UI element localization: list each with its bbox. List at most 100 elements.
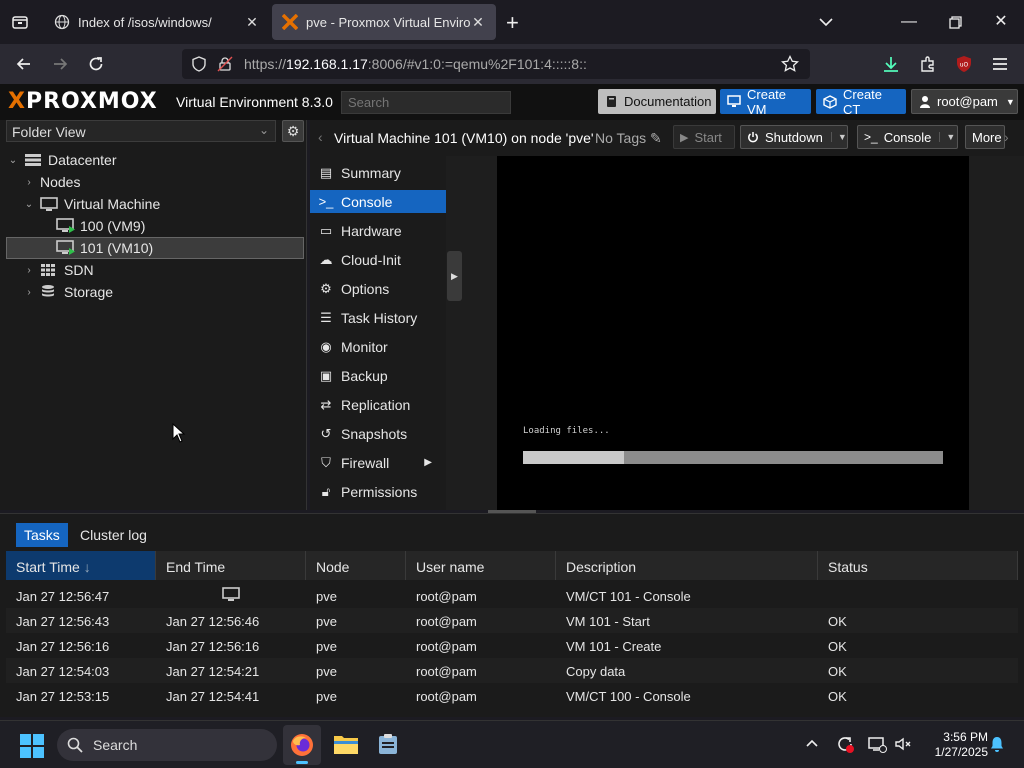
table-row[interactable]: Jan 27 12:56:16 Jan 27 12:56:16 pve root… xyxy=(6,633,1018,658)
column-header-start-time[interactable]: Start Time ↓ xyxy=(6,551,156,580)
taskbar-search[interactable]: Search xyxy=(57,729,277,761)
tab-list-icon[interactable] xyxy=(814,10,838,34)
expand-chevron-icon[interactable]: › xyxy=(22,177,36,188)
menu-item-console[interactable]: >_ Console xyxy=(310,190,446,213)
submenu-arrow-icon: ▶ xyxy=(424,457,432,468)
column-header-status[interactable]: Status xyxy=(818,551,1018,580)
menu-item-options[interactable]: ⚙ Options xyxy=(310,277,446,300)
close-tab-icon[interactable]: ✕ xyxy=(244,14,260,31)
hamburger-menu-icon[interactable] xyxy=(990,54,1010,74)
more-button[interactable]: More xyxy=(965,125,1005,149)
database-icon xyxy=(40,284,60,300)
browser-tab-proxmox[interactable]: pve - Proxmox Virtual Environme ✕ xyxy=(272,4,496,40)
reload-icon[interactable] xyxy=(86,54,106,74)
play-icon: ▶ xyxy=(680,131,689,144)
taskbar-clock[interactable]: 3:56 PM 1/27/2025 xyxy=(918,730,988,760)
search-icon xyxy=(67,737,83,753)
create-ct-button[interactable]: Create CT xyxy=(816,87,906,117)
chevron-down-icon[interactable]: ▼ xyxy=(939,132,955,142)
search-input[interactable] xyxy=(341,91,511,114)
column-header-node[interactable]: Node xyxy=(306,551,406,580)
menu-item-hardware[interactable]: ▭ Hardware xyxy=(310,219,446,242)
chevron-down-icon[interactable]: ▼ xyxy=(830,132,847,142)
table-row[interactable]: Jan 27 12:56:47 pve root@pam VM/CT 101 -… xyxy=(6,583,1018,608)
clipboard-app-icon[interactable] xyxy=(376,732,400,756)
sync-error-icon[interactable] xyxy=(835,734,855,754)
notification-bell-icon[interactable] xyxy=(988,735,1006,753)
file-explorer-icon[interactable] xyxy=(333,733,359,755)
table-row[interactable]: Jan 27 12:54:03 Jan 27 12:54:21 pve root… xyxy=(6,658,1018,683)
tags-editor[interactable]: No Tags ✎ xyxy=(595,130,662,147)
documentation-button[interactable]: Documentation xyxy=(598,89,716,114)
menu-item-permissions[interactable]: 🔓︎ Permissions xyxy=(310,480,446,503)
new-tab-button[interactable]: + xyxy=(506,10,519,36)
console-sidebar-toggle[interactable]: ▶ xyxy=(447,251,462,301)
taskbar-firefox[interactable] xyxy=(283,725,321,765)
collapse-chevron-icon[interactable]: ⌄ xyxy=(22,199,36,210)
pencil-icon[interactable]: ✎ xyxy=(650,130,662,146)
clock-date: 1/27/2025 xyxy=(934,745,988,759)
column-header-user-name[interactable]: User name xyxy=(406,551,556,580)
back-icon[interactable] xyxy=(14,54,34,74)
menu-item-replication[interactable]: ⇄ Replication xyxy=(310,393,446,416)
ublock-icon[interactable]: uO xyxy=(954,54,974,74)
tree-item-sdn[interactable]: › SDN xyxy=(6,259,304,281)
tab-tasks[interactable]: Tasks xyxy=(16,523,68,547)
expand-chevron-icon[interactable]: › xyxy=(22,265,36,276)
close-tab-icon[interactable]: ✕ xyxy=(470,14,486,31)
tree-item-vm-101[interactable]: 101 (VM10) xyxy=(6,237,304,259)
downloads-icon[interactable] xyxy=(881,54,901,74)
collapse-chevron-icon[interactable]: ⌄ xyxy=(6,155,20,166)
book-icon: ▤ xyxy=(319,164,333,180)
tree-item-storage[interactable]: › Storage xyxy=(6,281,304,303)
tree-item-vm-100[interactable]: 100 (VM9) xyxy=(6,215,304,237)
browser-tab-isos[interactable]: Index of /isos/windows/ ✕ xyxy=(44,4,270,40)
vm-running-icon xyxy=(56,240,76,256)
table-row[interactable]: Jan 27 12:56:43 Jan 27 12:56:46 pve root… xyxy=(6,608,1018,633)
lock-warning-icon[interactable] xyxy=(216,55,234,73)
menu-item-summary[interactable]: ▤ Summary xyxy=(310,161,446,184)
user-menu-button[interactable]: root@pam ▼ xyxy=(911,89,1018,114)
console-button[interactable]: >_ Console ▼ xyxy=(857,125,958,149)
tab-overview-icon[interactable] xyxy=(10,12,30,32)
close-window-icon[interactable]: ✕ xyxy=(989,10,1013,34)
console-progress-bar xyxy=(523,451,943,464)
menu-item-task-history[interactable]: ☰ Task History xyxy=(310,306,446,329)
menu-item-cloud-init[interactable]: ☁ Cloud-Init xyxy=(310,248,446,271)
table-row[interactable]: Jan 27 12:53:15 Jan 27 12:54:41 pve root… xyxy=(6,683,1018,708)
speaker-muted-icon[interactable] xyxy=(893,734,913,754)
forward-icon[interactable] xyxy=(50,54,70,74)
menu-item-snapshots[interactable]: ↺ Snapshots xyxy=(310,422,446,445)
resource-tree-panel: Folder View ⌄ ⚙ ⌄ Datacenter › Nodes ⌄ V… xyxy=(0,120,307,510)
maximize-icon[interactable] xyxy=(943,10,967,34)
bookmark-star-icon[interactable] xyxy=(780,54,800,74)
gear-icon[interactable]: ⚙ xyxy=(282,120,304,142)
network-icon[interactable] xyxy=(867,734,887,754)
tab-cluster-log[interactable]: Cluster log xyxy=(72,523,155,547)
chevron-up-icon[interactable] xyxy=(804,735,820,751)
expand-chevron-icon[interactable]: › xyxy=(22,287,36,298)
menu-item-monitor[interactable]: ◉ Monitor xyxy=(310,335,446,358)
menu-item-backup[interactable]: ▣ Backup xyxy=(310,364,446,387)
vm-running-icon xyxy=(56,218,76,234)
shield-icon[interactable] xyxy=(190,55,208,73)
windows-start-icon[interactable] xyxy=(20,734,44,758)
url-bar[interactable]: https://192.168.1.17:8006/#v1:0:=qemu%2F… xyxy=(182,49,810,79)
view-selector[interactable]: Folder View ⌄ xyxy=(6,120,276,142)
scroll-left-icon[interactable]: ‹ xyxy=(318,129,323,145)
create-vm-button[interactable]: Create VM xyxy=(720,87,811,117)
start-button[interactable]: ▶ Start xyxy=(673,125,735,149)
windows-taskbar: Search 3:56 PM 1/27/2025 xyxy=(0,720,1024,768)
tree-item-virtual-machine[interactable]: ⌄ Virtual Machine xyxy=(6,193,304,215)
tree-item-nodes[interactable]: › Nodes xyxy=(6,171,304,193)
shutdown-button[interactable]: Shutdown ▼ xyxy=(740,125,848,149)
minimize-icon[interactable]: — xyxy=(897,10,921,34)
menu-item-firewall[interactable]: ⛉ Firewall ▶ xyxy=(310,451,446,474)
shield-icon: ⛉ xyxy=(321,454,331,470)
gear-icon: ⚙ xyxy=(320,280,332,296)
extensions-icon[interactable] xyxy=(918,54,938,74)
column-header-end-time[interactable]: End Time xyxy=(156,551,306,580)
column-header-description[interactable]: Description xyxy=(556,551,818,580)
scroll-right-icon[interactable]: › xyxy=(1004,129,1009,145)
tree-item-datacenter[interactable]: ⌄ Datacenter xyxy=(6,149,304,171)
